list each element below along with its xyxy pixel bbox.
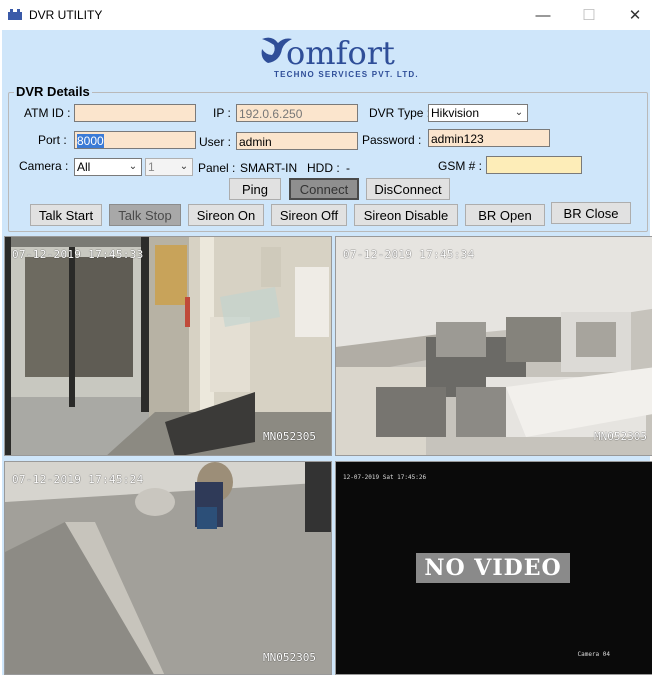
user-field[interactable]: admin — [236, 132, 358, 150]
channel-select[interactable]: 1 ⌄ — [145, 158, 193, 176]
gsm-label: GSM # : — [438, 159, 483, 173]
camera-feed-3[interactable]: 07-12-2019 17:45:24 MN052305 — [4, 461, 332, 675]
hdd-value: - — [346, 161, 350, 175]
dvr-type-label: DVR Type : — [369, 106, 431, 120]
password-label: Password : — [362, 133, 422, 147]
close-button[interactable]: ✕ — [612, 0, 652, 30]
atm-id-label: ATM ID : — [24, 106, 71, 120]
password-field[interactable]: admin123 — [428, 129, 550, 147]
maximize-button[interactable]: ☐ — [566, 0, 612, 30]
camera-feed-2[interactable]: 07-12-2019 17:45:34 MN052305 — [335, 236, 652, 456]
camera-3-scene-image — [5, 462, 331, 674]
sireon-off-button[interactable]: Sireon Off — [271, 204, 347, 226]
chevron-down-icon: ⌄ — [179, 161, 189, 172]
port-value: 8000 — [77, 134, 104, 148]
minimize-icon: — — [535, 6, 551, 24]
chevron-down-icon: ⌄ — [128, 161, 138, 172]
camera-3-id: MN052305 — [263, 651, 316, 664]
camera-1-timestamp: 07-12-2019 17:45:33 — [12, 248, 144, 261]
ip-label: IP : — [213, 106, 231, 120]
dvr-details-label: DVR Details — [14, 84, 92, 99]
logo-name: omfort — [286, 34, 395, 72]
disconnect-button[interactable]: DisConnect — [366, 178, 450, 200]
dvr-type-select[interactable]: Hikvision ⌄ — [428, 104, 528, 122]
camera-2-scene-image — [336, 237, 652, 455]
user-label: User : — [199, 135, 232, 149]
atm-id-field[interactable] — [74, 104, 196, 122]
br-close-button[interactable]: BR Close — [551, 202, 631, 224]
panel-label: Panel : — [198, 161, 236, 175]
camera-1-id: MN052305 — [263, 430, 316, 443]
talk-stop-button[interactable]: Talk Stop — [109, 204, 181, 226]
camera-4-timestamp: 12-07-2019 Sat 17:45:26 — [343, 474, 427, 481]
br-open-button[interactable]: BR Open — [465, 204, 545, 226]
camera-3-timestamp: 07-12-2019 17:45:24 — [12, 473, 144, 486]
logo-subtitle: TECHNO SERVICES PVT. LTD. — [274, 70, 419, 79]
window-title: DVR UTILITY — [29, 8, 103, 22]
chevron-down-icon: ⌄ — [514, 107, 524, 118]
camera-2-timestamp: 07-12-2019 17:45:34 — [343, 248, 475, 261]
port-field[interactable]: 8000 — [74, 131, 196, 149]
camera-feed-1[interactable]: 07-12-2019 17:45:33 MN052305 — [4, 236, 332, 456]
camera-feed-4[interactable]: 12-07-2019 Sat 17:45:26 NO VIDEO Camera … — [335, 461, 652, 675]
close-icon: ✕ — [628, 7, 642, 24]
ip-field[interactable]: 192.0.6.250 — [236, 104, 358, 122]
camera-4-label: Camera 04 — [577, 651, 610, 658]
camera-2-id: MN052305 — [594, 430, 647, 443]
sireon-on-button[interactable]: Sireon On — [188, 204, 264, 226]
camera-select[interactable]: All ⌄ — [74, 158, 142, 176]
sireon-disable-button[interactable]: Sireon Disable — [354, 204, 458, 226]
maximize-icon: ☐ — [582, 7, 596, 24]
camera-value: All — [77, 160, 91, 174]
dvr-type-value: Hikvision — [431, 106, 480, 120]
no-video-label: NO VIDEO — [416, 553, 570, 583]
camera-1-scene-image — [5, 237, 331, 455]
panel-value: SMART-IN — [240, 161, 298, 175]
minimize-button[interactable]: — — [520, 0, 566, 30]
connect-button[interactable]: Connect — [289, 178, 359, 200]
gsm-field[interactable] — [486, 156, 582, 174]
app-icon — [8, 9, 22, 20]
talk-start-button[interactable]: Talk Start — [30, 204, 102, 226]
camera-label: Camera : — [19, 159, 69, 173]
ping-button[interactable]: Ping — [229, 178, 281, 200]
hdd-label: HDD : — [307, 161, 340, 175]
port-label: Port : — [38, 133, 67, 147]
title-bar: DVR UTILITY — ☐ ✕ — [0, 0, 652, 30]
channel-value: 1 — [148, 160, 155, 174]
